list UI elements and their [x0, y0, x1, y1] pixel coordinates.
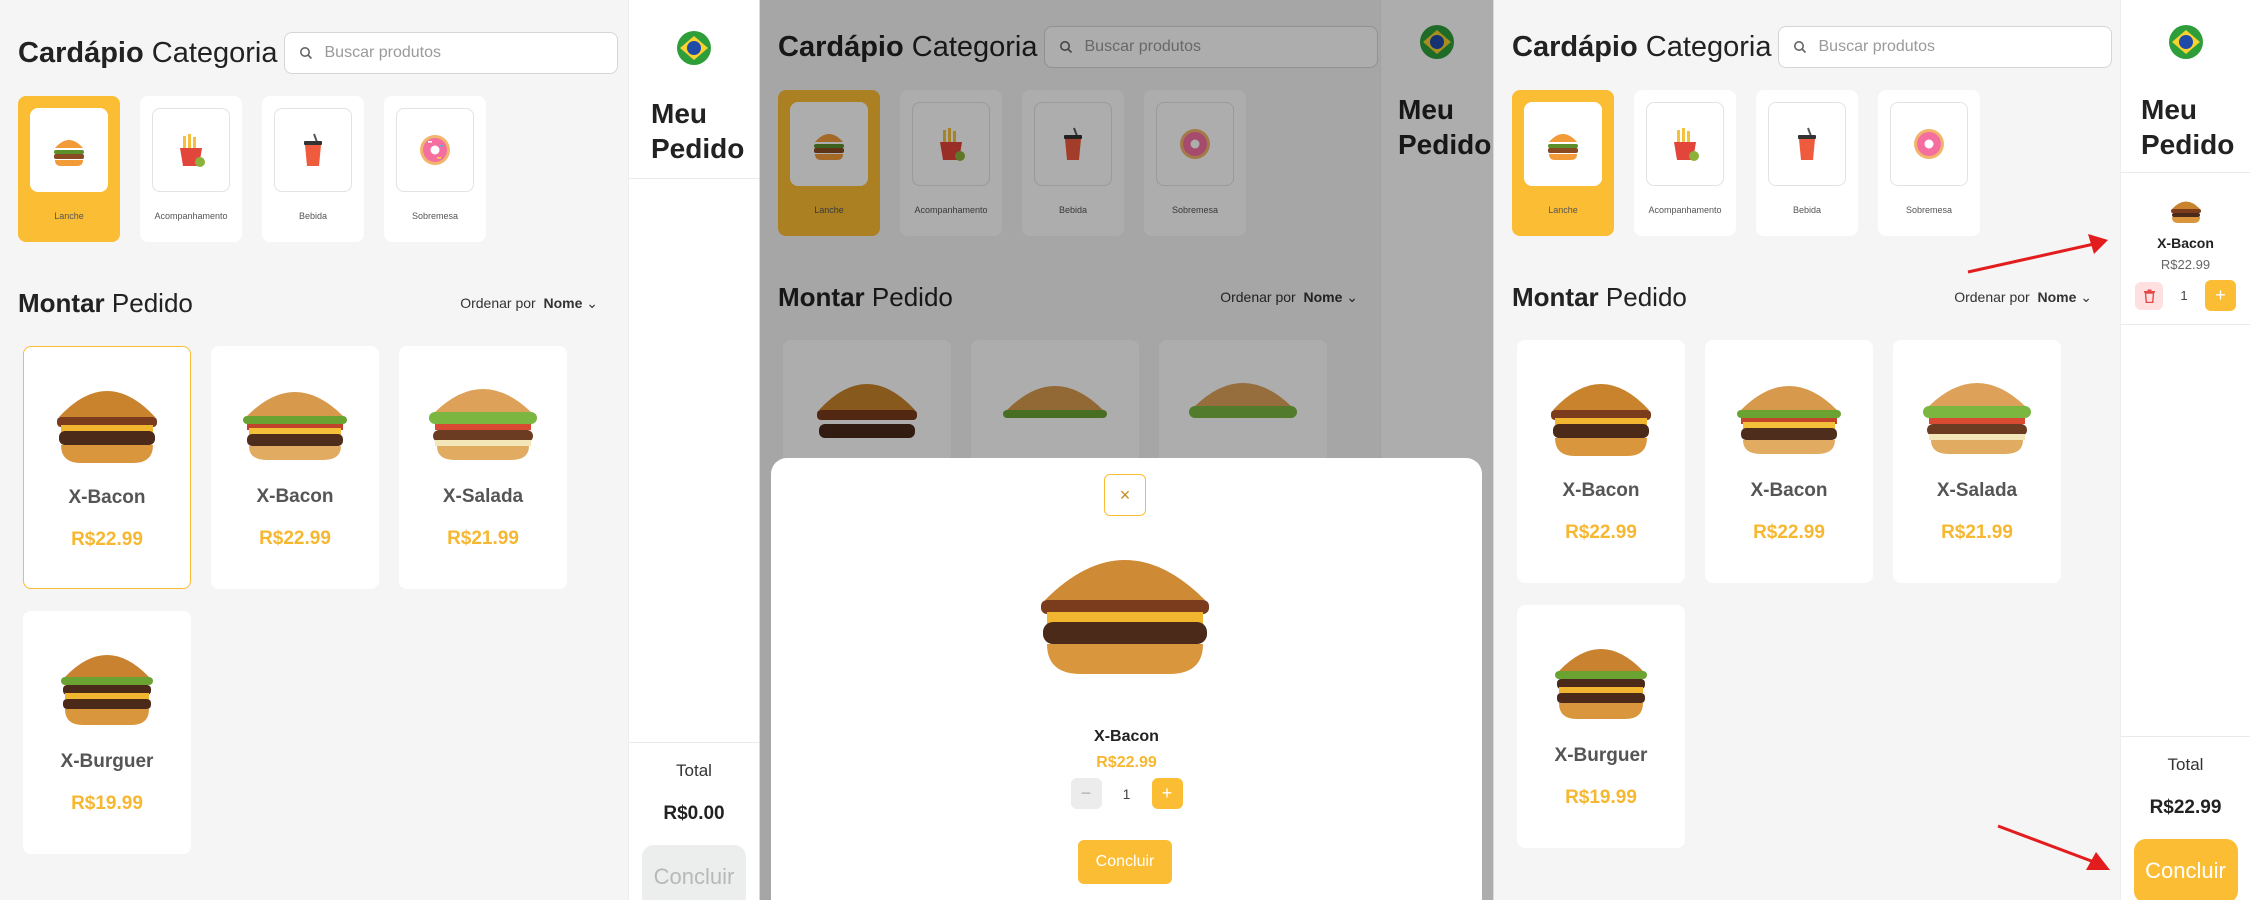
decrease-button[interactable]: − — [1070, 778, 1102, 809]
product-card[interactable]: X-Bacon R$22.99 — [211, 346, 379, 589]
checkout-button[interactable]: Concluir — [2133, 839, 2238, 900]
order-title: Meu Pedido — [651, 98, 745, 164]
drink-icon — [304, 133, 322, 166]
menu-area: Cardápio Categoria Buscar produtos Lanch… — [0, 0, 628, 900]
order-sidebar: Meu Pedido Total R$0.00 Concluir — [628, 0, 759, 900]
panel-empty-order: Cardápio Categoria Buscar produtos Lanch… — [0, 0, 759, 900]
quantity-stepper: − 1 + — [771, 778, 1482, 809]
search-icon — [299, 47, 312, 60]
product-card[interactable]: X-Salada R$21.99 — [1893, 340, 2061, 583]
menu-area: Cardápio Categoria Buscar produtos Lanch… — [1494, 0, 2120, 900]
header: Cardápio Categoria Buscar produtos — [18, 32, 618, 74]
order-sidebar: Meu Pedido X-Bacon R$22.99 1 + Total R$2… — [2120, 0, 2250, 900]
brazil-flag-icon[interactable] — [676, 30, 712, 66]
sort-dropdown[interactable]: Ordenar por Nome ⌄ — [1954, 289, 2092, 306]
modal-product-price: R$22.99 — [1096, 754, 1157, 771]
category-lanche[interactable]: Lanche — [18, 96, 120, 242]
annotation-arrow — [1967, 234, 2108, 274]
product-card[interactable]: X-Bacon R$22.99 — [1705, 340, 1873, 583]
close-icon: × — [1119, 484, 1131, 505]
panel-product-modal: Cardápio Categoria Buscar produtos Lanch… — [760, 0, 1493, 900]
quantity-value: 1 — [1122, 785, 1131, 802]
fries-icon — [1674, 128, 1699, 161]
section-header: Montar Pedido Ordenar por Nome ⌄ — [18, 288, 598, 319]
drink-icon — [1798, 127, 1816, 160]
burger-image — [429, 389, 537, 460]
category-sobremesa[interactable]: Sobremesa — [384, 96, 486, 242]
chevron-down-icon: ⌄ — [2080, 289, 2092, 305]
product-modal: × X-Bacon R$22.99 − 1 + Concluir — [771, 458, 1482, 900]
trash-icon — [2143, 289, 2155, 303]
category-bebida[interactable]: Bebida — [262, 96, 364, 242]
total-value: R$22.99 — [2149, 797, 2222, 818]
burger-image — [1923, 383, 2031, 454]
header: Cardápio Categoria Buscar produtos — [1512, 26, 2112, 68]
burger-image — [57, 391, 157, 463]
product-card[interactable]: X-Burguer R$19.99 — [23, 611, 191, 854]
donut-icon — [1914, 129, 1944, 159]
product-card[interactable]: X-Bacon R$22.99 — [1517, 340, 1685, 583]
brazil-flag-icon[interactable] — [2168, 24, 2204, 60]
section-header: Montar Pedido Ordenar por Nome ⌄ — [1512, 282, 2092, 313]
total-value: R$0.00 — [663, 803, 725, 824]
close-button[interactable]: × — [1104, 474, 1146, 516]
panel-filled-order: Cardápio Categoria Buscar produtos Lanch… — [1494, 0, 2250, 900]
product-card[interactable]: X-Salada R$21.99 — [399, 346, 567, 589]
increase-button[interactable]: + — [1151, 778, 1183, 809]
order-title: Meu Pedido — [2141, 94, 2235, 160]
annotation-arrow — [1997, 824, 2110, 870]
burger-icon — [54, 140, 84, 166]
cart-item-price: R$22.99 — [2160, 257, 2211, 272]
product-card[interactable]: X-Bacon R$22.99 — [23, 346, 191, 589]
cart-item-quantity: 1 — [2180, 288, 2188, 303]
category-lanche[interactable]: Lanche — [1512, 90, 1614, 236]
cart-item-controls: 1 + — [2121, 280, 2250, 311]
burger-image — [1555, 649, 1647, 719]
fries-icon — [180, 134, 205, 167]
remove-item-button[interactable] — [2135, 281, 2163, 310]
category-sobremesa[interactable]: Sobremesa — [1878, 90, 1980, 236]
category-list: Lanche Acompanhamento Bebida Sobremesa — [18, 96, 506, 242]
divider — [629, 178, 759, 179]
modal-product-name: X-Bacon — [1094, 728, 1159, 745]
product-card[interactable]: X-Burguer R$19.99 — [1517, 605, 1685, 848]
increase-button[interactable]: + — [2205, 280, 2236, 311]
divider — [2121, 324, 2250, 325]
category-list: Lanche Acompanhamento Bebida Sobremesa — [1512, 90, 2000, 236]
divider — [2121, 172, 2250, 173]
chevron-down-icon: ⌄ — [586, 295, 598, 311]
cart-item: X-Bacon R$22.99 1 + — [2121, 196, 2250, 311]
burger-image — [243, 392, 347, 460]
total-section: Total R$0.00 Concluir — [629, 742, 759, 900]
category-bebida[interactable]: Bebida — [1756, 90, 1858, 236]
cart-item-name: X-Bacon — [2157, 235, 2214, 251]
burger-image — [1737, 386, 1841, 454]
burger-image — [1551, 384, 1651, 456]
burger-image — [61, 655, 153, 725]
total-section: Total R$22.99 Concluir — [2121, 736, 2250, 900]
page-title: Cardápio Categoria — [1512, 30, 1772, 63]
search-icon — [1793, 41, 1806, 54]
category-acompanhamento[interactable]: Acompanhamento — [140, 96, 242, 242]
section-title: Montar Pedido — [18, 288, 193, 318]
burger-image — [1041, 560, 1209, 674]
section-title: Montar Pedido — [1512, 282, 1687, 312]
burger-icon — [1548, 134, 1578, 160]
page-title: Cardápio Categoria — [18, 36, 278, 69]
donut-icon — [420, 135, 450, 165]
checkout-button[interactable]: Concluir — [642, 845, 746, 900]
burger-image — [2170, 201, 2201, 223]
category-acompanhamento[interactable]: Acompanhamento — [1634, 90, 1736, 236]
search-input[interactable]: Buscar produtos — [283, 32, 618, 74]
sort-dropdown[interactable]: Ordenar por Nome ⌄ — [460, 295, 598, 312]
modal-confirm-button[interactable]: Concluir — [1078, 840, 1172, 884]
search-input[interactable]: Buscar produtos — [1777, 26, 2112, 68]
